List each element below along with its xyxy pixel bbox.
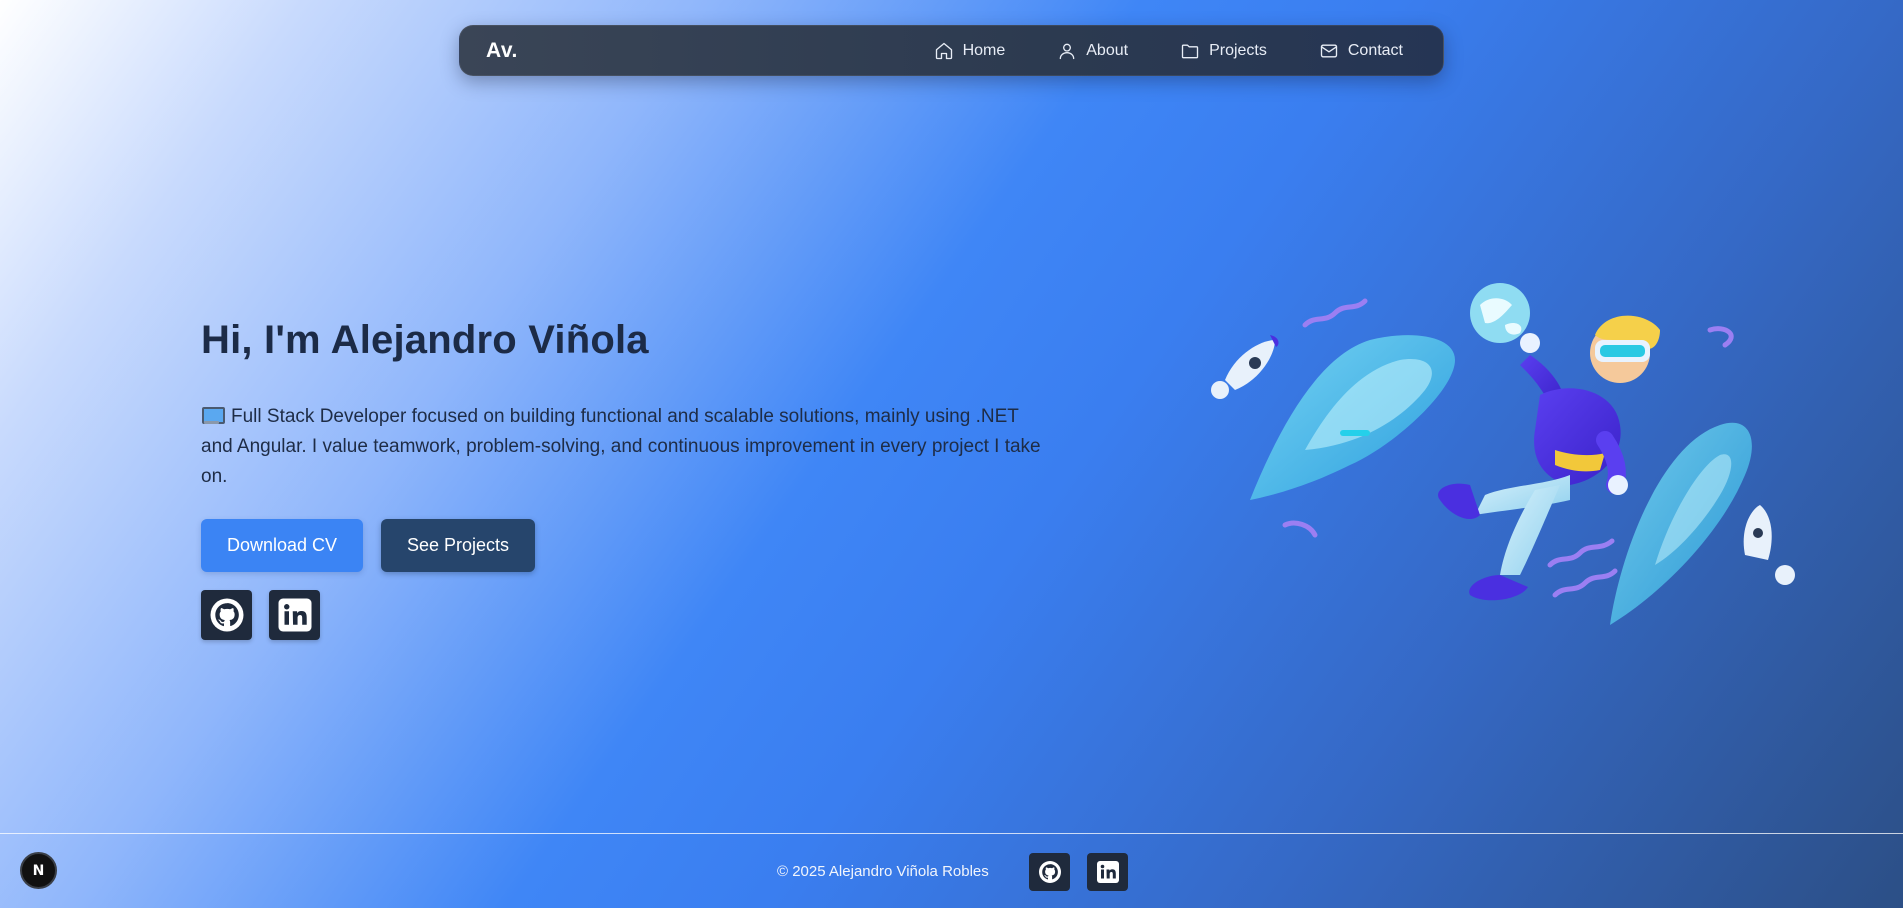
nav-item-label: Projects [1209, 41, 1267, 59]
see-projects-button[interactable]: See Projects [381, 519, 535, 572]
globe [1470, 283, 1530, 343]
navbar: Av. Home About Projects Contact [459, 25, 1444, 76]
nav-item-home[interactable]: Home [934, 41, 1006, 61]
dev-tools-badge[interactable]: N [20, 852, 57, 889]
github-icon [210, 598, 243, 632]
nav-item-projects[interactable]: Projects [1180, 41, 1267, 61]
nav-item-label: Home [962, 41, 1006, 59]
hero-description: Full Stack Developer focused on building… [201, 402, 1041, 492]
nav-item-contact[interactable]: Contact [1319, 41, 1403, 61]
nav-item-label: Contact [1347, 41, 1403, 59]
nav-item-about[interactable]: About [1057, 41, 1128, 61]
linkedin-icon [1096, 861, 1119, 883]
linkedin-link[interactable] [269, 590, 320, 640]
brand-logo[interactable]: Av. [486, 39, 518, 63]
download-cv-button[interactable]: Download CV [201, 519, 363, 572]
floating-screen-right [1610, 422, 1752, 625]
user-icon [1059, 43, 1075, 59]
folder-icon [1181, 44, 1199, 58]
hero-title: Hi, I'm Alejandro Viñola [201, 318, 649, 362]
github-icon [1038, 861, 1061, 883]
rocket-left [1211, 335, 1279, 399]
footer-linkedin-link[interactable] [1087, 853, 1128, 891]
developer-vr-illustration [1211, 283, 1795, 625]
linkedin-icon [278, 598, 311, 632]
footer-github-link[interactable] [1029, 853, 1070, 891]
github-link[interactable] [201, 590, 252, 640]
hero-description-text: Full Stack Developer focused on building… [201, 406, 1041, 487]
floating-screen-left [1250, 335, 1455, 500]
rocket-right [1743, 505, 1795, 585]
footer-copyright: © 2025 Alejandro Viñola Robles [777, 863, 989, 880]
footer-divider [0, 833, 1903, 834]
nav-item-label: About [1086, 41, 1129, 59]
mail-icon [1320, 44, 1338, 57]
nav-links: Home About Projects Contact [934, 41, 1403, 61]
laptop-emoji-icon [201, 407, 225, 424]
home-icon [935, 42, 952, 59]
